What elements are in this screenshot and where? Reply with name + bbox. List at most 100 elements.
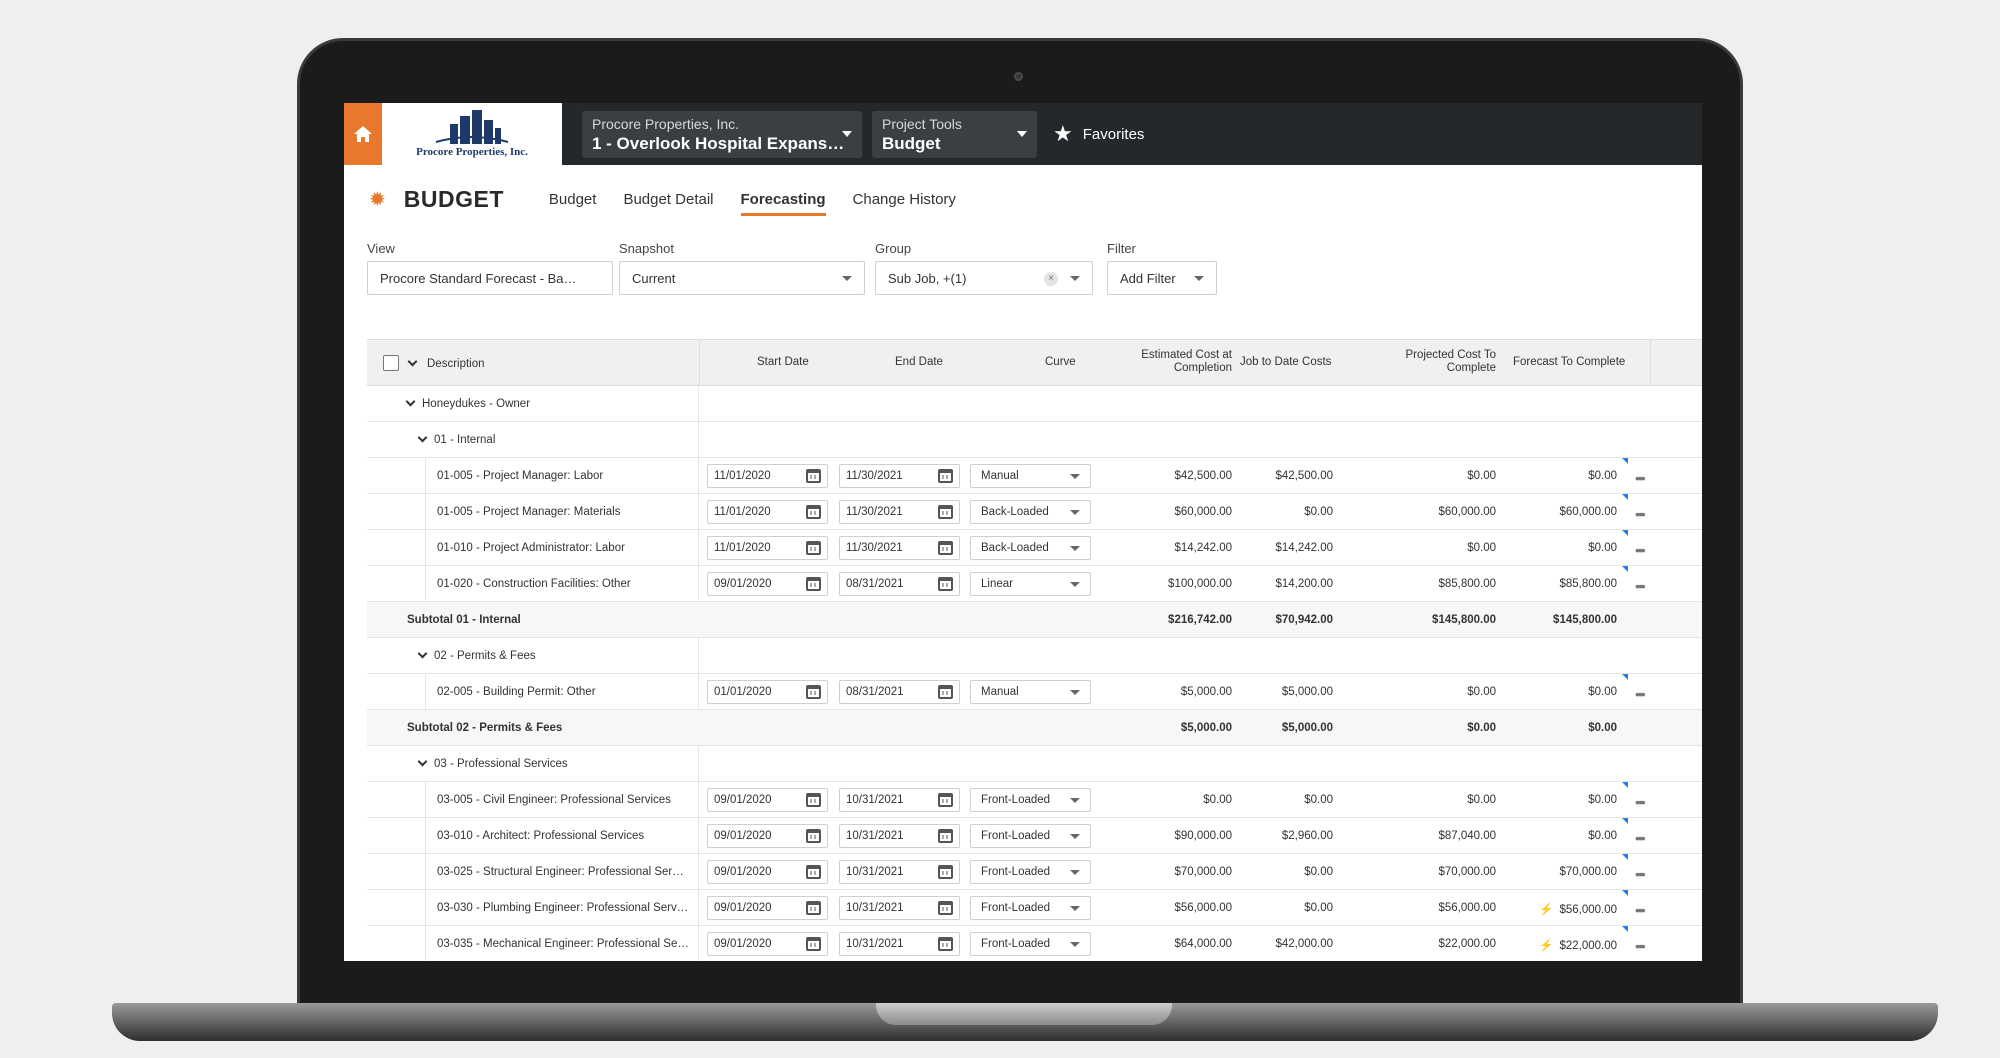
curve-select[interactable]: Manual	[970, 680, 1091, 704]
col-job-to-date[interactable]: Job to Date Costs	[1240, 356, 1331, 368]
end-date-input[interactable]: 10/31/2021	[839, 788, 960, 812]
cell-ftc[interactable]: $0.00	[1507, 470, 1617, 482]
group-label[interactable]: Honeydukes - Owner	[405, 396, 530, 410]
start-date-input[interactable]: 11/01/2020	[707, 464, 828, 488]
start-date-input[interactable]: 09/01/2020	[707, 824, 828, 848]
home-button[interactable]	[344, 103, 382, 165]
col-estimated-cost[interactable]: Estimated Cost at Completion	[1112, 349, 1232, 375]
calendar-icon[interactable]	[938, 469, 953, 483]
group-row[interactable]: 01 - Internal	[367, 422, 1702, 458]
more-options-icon[interactable]: •••	[1635, 794, 1646, 810]
calendar-icon[interactable]	[806, 865, 821, 879]
tab-budget[interactable]: Budget	[549, 183, 597, 216]
add-filter-button[interactable]: Add Filter	[1107, 261, 1217, 295]
cell-ftc[interactable]: $0.00	[1507, 542, 1617, 554]
col-projected-cost[interactable]: Projected Cost To Complete	[1367, 349, 1496, 375]
view-select[interactable]: Procore Standard Forecast - Ba…	[367, 261, 613, 295]
more-options-icon[interactable]: •••	[1635, 830, 1646, 846]
line-item-description[interactable]: 03-005 - Civil Engineer: Professional Se…	[437, 794, 695, 806]
calendar-icon[interactable]	[806, 793, 821, 807]
col-start-date[interactable]: Start Date	[757, 356, 809, 368]
end-date-input[interactable]: 10/31/2021	[839, 860, 960, 884]
start-date-input[interactable]: 09/01/2020	[707, 572, 828, 596]
calendar-icon[interactable]	[806, 901, 821, 915]
more-options-icon[interactable]: •••	[1635, 902, 1646, 918]
calendar-icon[interactable]	[806, 937, 821, 951]
chevron-down-icon[interactable]	[417, 648, 428, 659]
col-curve[interactable]: Curve	[1045, 356, 1076, 368]
gear-icon[interactable]: ✹	[369, 187, 386, 212]
line-item-description[interactable]: 01-005 - Project Manager: Materials	[437, 506, 695, 518]
cell-ftc[interactable]: $0.00	[1507, 830, 1617, 842]
project-selector[interactable]: Procore Properties, Inc. 1 - Overlook Ho…	[582, 110, 862, 158]
start-date-input[interactable]: 09/01/2020	[707, 860, 828, 884]
calendar-icon[interactable]	[806, 829, 821, 843]
calendar-icon[interactable]	[938, 685, 953, 699]
line-item-description[interactable]: 03-025 - Structural Engineer: Profession…	[437, 866, 695, 878]
curve-select[interactable]: Front-Loaded	[970, 824, 1091, 848]
end-date-input[interactable]: 11/30/2021	[839, 464, 960, 488]
calendar-icon[interactable]	[806, 577, 821, 591]
end-date-input[interactable]: 10/31/2021	[839, 896, 960, 920]
calendar-icon[interactable]	[806, 469, 821, 483]
end-date-input[interactable]: 11/30/2021	[839, 500, 960, 524]
chevron-down-icon[interactable]	[417, 756, 428, 767]
more-options-icon[interactable]: •••	[1635, 938, 1646, 954]
line-item-description[interactable]: 03-010 - Architect: Professional Service…	[437, 830, 695, 842]
end-date-input[interactable]: 11/30/2021	[839, 536, 960, 560]
curve-select[interactable]: Front-Loaded	[970, 932, 1091, 956]
cell-ftc[interactable]: $0.00	[1507, 794, 1617, 806]
curve-select[interactable]: Manual	[970, 464, 1091, 488]
calendar-icon[interactable]	[938, 541, 953, 555]
group-select[interactable]: Sub Job, +(1) ×	[875, 261, 1093, 295]
col-description[interactable]: Description	[427, 358, 485, 370]
cell-ftc[interactable]: $70,000.00	[1507, 866, 1617, 878]
cell-ftc[interactable]: $85,800.00	[1507, 578, 1617, 590]
chevron-down-icon[interactable]	[405, 396, 416, 407]
calendar-icon[interactable]	[938, 829, 953, 843]
start-date-input[interactable]: 09/01/2020	[707, 896, 828, 920]
group-row[interactable]: 02 - Permits & Fees	[367, 638, 1702, 674]
group-label[interactable]: 02 - Permits & Fees	[417, 648, 536, 662]
more-options-icon[interactable]: •••	[1635, 686, 1646, 702]
calendar-icon[interactable]	[938, 865, 953, 879]
calendar-icon[interactable]	[806, 541, 821, 555]
more-options-icon[interactable]: •••	[1635, 470, 1646, 486]
more-options-icon[interactable]: •••	[1635, 866, 1646, 882]
end-date-input[interactable]: 10/31/2021	[839, 824, 960, 848]
curve-select[interactable]: Front-Loaded	[970, 788, 1091, 812]
col-forecast-to-complete[interactable]: Forecast To Complete	[1513, 356, 1625, 368]
line-item-description[interactable]: 03-030 - Plumbing Engineer: Professional…	[437, 902, 695, 914]
curve-select[interactable]: Back-Loaded	[970, 536, 1091, 560]
favorites-button[interactable]: ★ Favorites	[1053, 121, 1144, 147]
line-item-description[interactable]: 02-005 - Building Permit: Other	[437, 686, 695, 698]
line-item-description[interactable]: 03-035 - Mechanical Engineer: Profession…	[437, 938, 695, 950]
line-item-description[interactable]: 01-005 - Project Manager: Labor	[437, 470, 695, 482]
group-label[interactable]: 01 - Internal	[417, 432, 495, 446]
tab-change-history[interactable]: Change History	[853, 183, 956, 216]
end-date-input[interactable]: 08/31/2021	[839, 680, 960, 704]
tool-selector[interactable]: Project Tools Budget	[872, 110, 1037, 158]
cell-ftc[interactable]: $60,000.00	[1507, 506, 1617, 518]
snapshot-select[interactable]: Current	[619, 261, 865, 295]
start-date-input[interactable]: 01/01/2020	[707, 680, 828, 704]
start-date-input[interactable]: 09/01/2020	[707, 788, 828, 812]
col-end-date[interactable]: End Date	[895, 356, 943, 368]
more-options-icon[interactable]: •••	[1635, 542, 1646, 558]
line-item-description[interactable]: 01-020 - Construction Facilities: Other	[437, 578, 695, 590]
group-row[interactable]: Honeydukes - Owner	[367, 386, 1702, 422]
start-date-input[interactable]: 09/01/2020	[707, 932, 828, 956]
chevron-down-icon[interactable]	[417, 432, 428, 443]
calendar-icon[interactable]	[938, 505, 953, 519]
expand-all-icon[interactable]	[407, 356, 424, 370]
group-label[interactable]: 03 - Professional Services	[417, 756, 568, 770]
start-date-input[interactable]: 11/01/2020	[707, 500, 828, 524]
curve-select[interactable]: Front-Loaded	[970, 860, 1091, 884]
curve-select[interactable]: Back-Loaded	[970, 500, 1091, 524]
line-item-description[interactable]: 01-010 - Project Administrator: Labor	[437, 542, 695, 554]
end-date-input[interactable]: 08/31/2021	[839, 572, 960, 596]
end-date-input[interactable]: 10/31/2021	[839, 932, 960, 956]
tab-budget-detail[interactable]: Budget Detail	[623, 183, 713, 216]
more-options-icon[interactable]: •••	[1635, 578, 1646, 594]
curve-select[interactable]: Front-Loaded	[970, 896, 1091, 920]
